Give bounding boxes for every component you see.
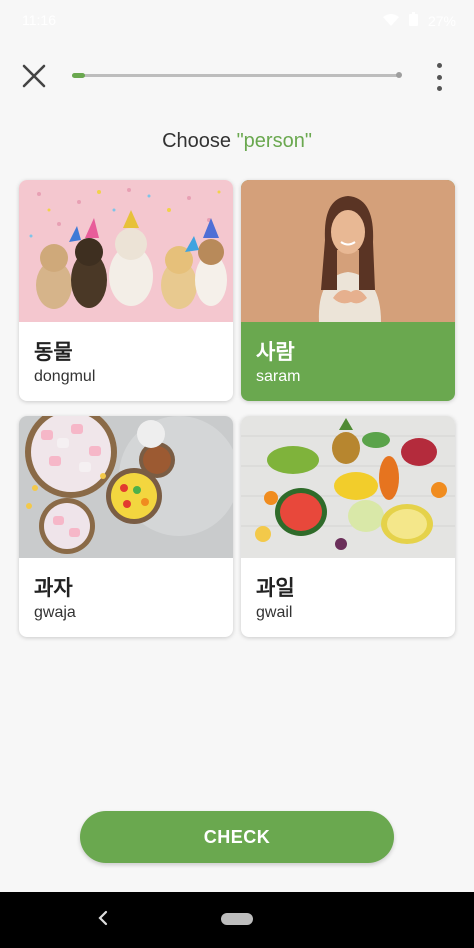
wifi-icon xyxy=(382,13,399,29)
progress-fill xyxy=(72,73,86,78)
choice-romanization: dongmul xyxy=(34,368,96,385)
choice-word: 과일 xyxy=(256,577,295,600)
choice-word: 동물 xyxy=(34,341,73,364)
prompt-target-word: "person" xyxy=(236,130,312,152)
status-bar: 11:16 27% xyxy=(0,0,474,40)
choice-card-saram[interactable]: 사람 saram xyxy=(241,180,455,401)
choice-romanization: gwail xyxy=(256,604,293,621)
battery-level: 27% xyxy=(427,12,456,29)
woman-portrait-image xyxy=(241,180,455,322)
more-vert-icon xyxy=(436,63,442,68)
lesson-progress-bar xyxy=(72,72,402,78)
fruits-image xyxy=(241,416,455,558)
choice-romanization: gwaja xyxy=(34,604,76,621)
choice-word: 사람 xyxy=(256,341,295,364)
nav-back-button[interactable] xyxy=(92,906,116,930)
choice-card-gwail[interactable]: 과일 gwail xyxy=(241,416,455,637)
choice-card-gwaja[interactable]: 과자 gwaja xyxy=(19,416,233,637)
prompt-text: Choose "person" xyxy=(0,130,474,153)
choice-word: 과자 xyxy=(34,577,73,600)
check-button[interactable]: CHECK xyxy=(80,811,394,863)
battery-icon xyxy=(408,12,418,29)
more-options-button[interactable] xyxy=(428,63,450,91)
chevron-left-icon xyxy=(98,910,108,926)
dogs-party-image xyxy=(19,180,233,322)
snacks-image xyxy=(19,416,233,558)
close-icon xyxy=(22,64,46,88)
system-nav-bar xyxy=(0,892,474,948)
choice-card-dongmul[interactable]: 동물 dongmul xyxy=(19,180,233,401)
choice-romanization: saram xyxy=(256,368,301,385)
progress-end-dot xyxy=(396,72,402,78)
close-button[interactable] xyxy=(20,62,48,90)
status-time: 11:16 xyxy=(22,12,56,28)
prompt-prefix: Choose xyxy=(162,130,237,152)
nav-home-pill[interactable] xyxy=(221,913,253,925)
